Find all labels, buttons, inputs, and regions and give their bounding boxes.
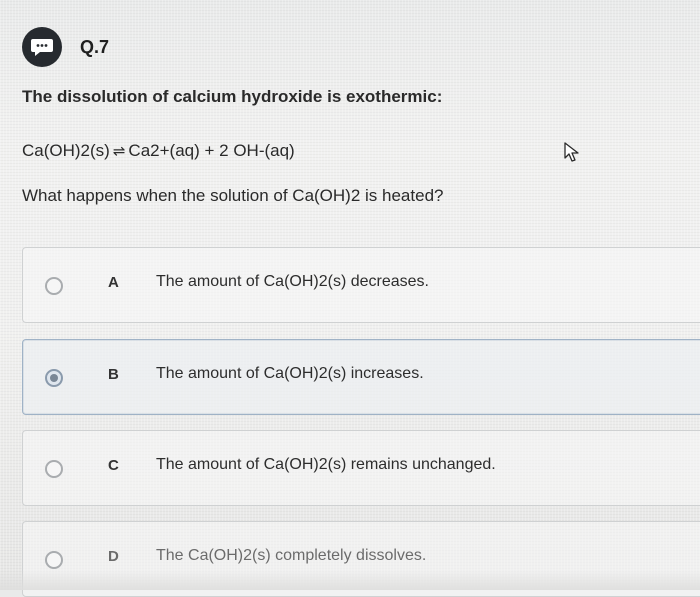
radio-button[interactable] bbox=[45, 277, 63, 295]
option-text: The Ca(OH)2(s) completely dissolves. bbox=[156, 547, 427, 564]
question-prompt: What happens when the solution of Ca(OH)… bbox=[22, 186, 444, 205]
chat-bubble-icon bbox=[22, 27, 62, 67]
chemical-equation: Ca(OH)2(s) ⇌ Ca2+(aq) + 2 OH-(aq) bbox=[22, 141, 295, 161]
radio-button-selected[interactable] bbox=[45, 369, 63, 387]
option-text: The amount of Ca(OH)2(s) decreases. bbox=[156, 273, 429, 290]
equation-reactants: Ca(OH)2(s) bbox=[22, 141, 110, 160]
option-letter: A bbox=[108, 274, 119, 291]
option-letter: D bbox=[108, 548, 119, 565]
option-letter: C bbox=[108, 457, 119, 474]
radio-button[interactable] bbox=[45, 551, 63, 569]
answer-option-d[interactable]: D The Ca(OH)2(s) completely dissolves. bbox=[22, 521, 700, 597]
question-statement: The dissolution of calcium hydroxide is … bbox=[22, 87, 443, 106]
option-text: The amount of Ca(OH)2(s) remains unchang… bbox=[156, 456, 496, 473]
question-number: Q.7 bbox=[80, 36, 110, 57]
answer-option-a[interactable]: A The amount of Ca(OH)2(s) decreases. bbox=[22, 247, 700, 323]
mouse-pointer-icon bbox=[563, 141, 581, 168]
option-letter: B bbox=[108, 366, 119, 383]
question-header: Q.7 bbox=[22, 27, 109, 67]
option-text: The amount of Ca(OH)2(s) increases. bbox=[156, 365, 424, 382]
equation-products: Ca2+(aq) + 2 OH-(aq) bbox=[128, 141, 295, 160]
radio-button[interactable] bbox=[45, 460, 63, 478]
answer-option-b[interactable]: B The amount of Ca(OH)2(s) increases. bbox=[22, 339, 700, 415]
equilibrium-arrow-icon: ⇌ bbox=[112, 143, 126, 160]
answer-option-c[interactable]: C The amount of Ca(OH)2(s) remains uncha… bbox=[22, 430, 700, 506]
